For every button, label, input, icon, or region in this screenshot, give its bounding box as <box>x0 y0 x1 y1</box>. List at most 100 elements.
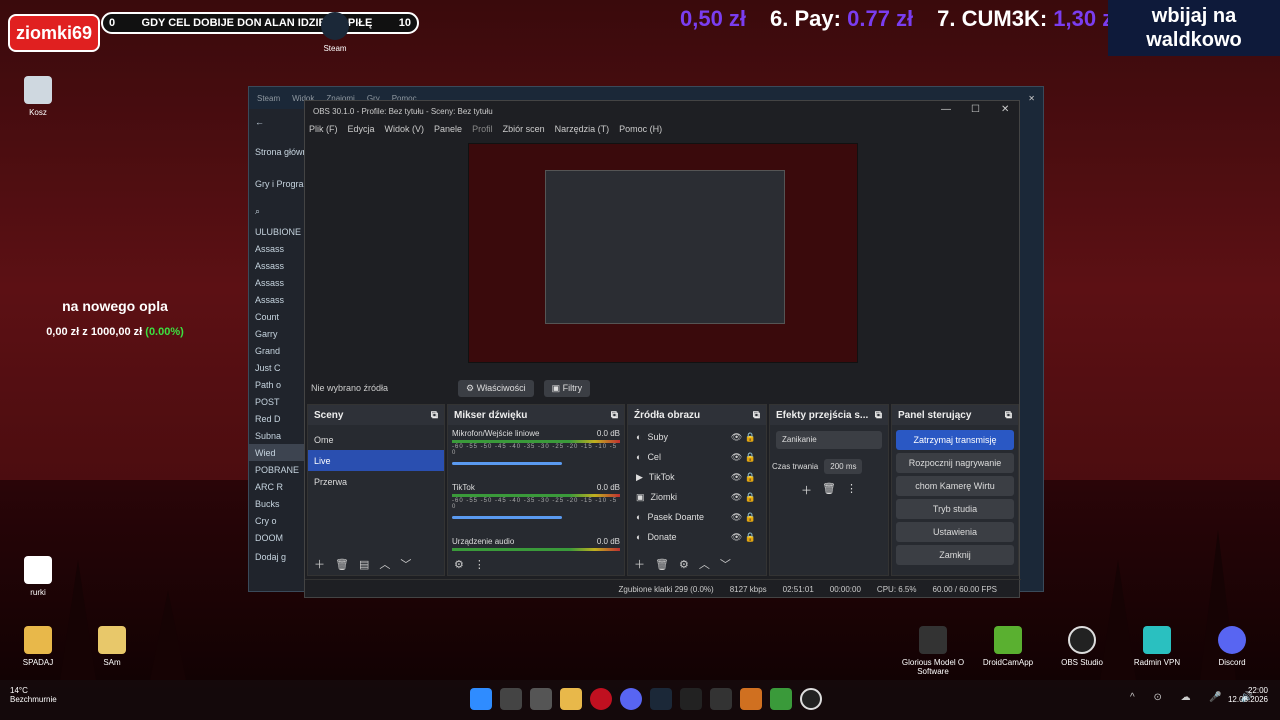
transition-select[interactable]: Zanikanie <box>776 431 882 449</box>
start-icon[interactable] <box>470 688 492 710</box>
exit-button[interactable]: Zamknij <box>896 545 1014 565</box>
source-item[interactable]: ▶ TikTok 👁 🔒 <box>628 467 766 487</box>
stop-stream-button[interactable]: Zatrzymaj transmisję <box>896 430 1014 450</box>
maximize-icon[interactable]: ☐ <box>971 104 980 115</box>
undock-icon[interactable]: ⧉ <box>875 410 882 421</box>
properties-button[interactable]: ⚙ Właściwości <box>458 379 534 397</box>
steam-game-item[interactable]: DOOM <box>249 529 305 546</box>
down-icon[interactable]: ﹀ <box>400 556 411 572</box>
steam-game-item[interactable]: ARC R <box>249 478 305 495</box>
clock[interactable]: 22:00 12.08.2026 <box>1228 686 1268 704</box>
undock-icon[interactable]: ⧉ <box>611 410 618 421</box>
discord-icon[interactable] <box>620 688 642 710</box>
start-recording-button[interactable]: Rozpocznij nagrywanie <box>896 453 1014 473</box>
explorer-icon[interactable] <box>560 688 582 710</box>
source-item[interactable]: ◐ Donate 👁 🔒 <box>628 527 766 547</box>
eye-lock-icon[interactable]: 👁 🔒 <box>731 492 756 503</box>
steam-icon[interactable] <box>650 688 672 710</box>
desktop-icon-obs[interactable]: OBS Studio <box>1047 626 1117 667</box>
eye-lock-icon[interactable]: 👁 🔒 <box>731 532 756 543</box>
desktop-icon-droidcam[interactable]: DroidCamApp <box>973 626 1043 667</box>
steam-add-game[interactable]: Dodaj g <box>249 546 305 568</box>
desktop-icon-spadaj[interactable]: SPADAJ <box>3 626 73 667</box>
duration-input[interactable]: 200 ms <box>824 459 863 474</box>
scene-item[interactable]: Ome <box>308 429 444 450</box>
steam-game-item[interactable]: Count <box>249 308 305 325</box>
menu-docks[interactable]: Panele <box>434 124 462 134</box>
steam-game-item[interactable]: Grand <box>249 342 305 359</box>
steam-game-item-selected[interactable]: Wied <box>249 444 305 461</box>
steam-game-item[interactable]: Garry <box>249 325 305 342</box>
photos-icon[interactable] <box>710 688 732 710</box>
volume-slider[interactable] <box>452 516 562 519</box>
epic-icon[interactable] <box>680 688 702 710</box>
source-item[interactable]: ▣ Ziomki 👁 🔒 <box>628 487 766 507</box>
steam-game-item[interactable]: Subna <box>249 427 305 444</box>
steam-game-item[interactable]: Assass <box>249 291 305 308</box>
source-item[interactable]: ◐ Cel 👁 🔒 <box>628 447 766 467</box>
obs-icon[interactable] <box>800 688 822 710</box>
more-icon[interactable]: ⋮ <box>846 482 857 498</box>
more-icon[interactable]: ⋮ <box>474 558 485 571</box>
steam-game-item[interactable]: Path o <box>249 376 305 393</box>
menu-scene-collection[interactable]: Zbiór scen <box>503 124 545 134</box>
menu-tools[interactable]: Narzędzia (T) <box>555 124 610 134</box>
steam-close-icon[interactable]: ✕ <box>1028 94 1035 103</box>
eye-lock-icon[interactable]: 👁 🔒 <box>731 512 756 523</box>
obs-window[interactable]: OBS 30.1.0 - Profile: Bez tytułu - Sceny… <box>304 100 1021 598</box>
eye-lock-icon[interactable]: 👁 🔒 <box>731 432 756 443</box>
steam-filter[interactable]: Gry i Programy <box>249 169 305 199</box>
down-icon[interactable]: ﹀ <box>720 556 731 572</box>
undock-icon[interactable]: ⧉ <box>1005 410 1012 421</box>
menu-profile[interactable]: Profil <box>472 124 493 134</box>
desktop-icon-sam[interactable]: SAm <box>77 626 147 667</box>
minimize-icon[interactable]: — <box>941 104 951 115</box>
virtual-camera-button[interactable]: chom Kamerę Wirtu <box>896 476 1014 496</box>
gear-icon[interactable]: ⚙ <box>454 558 464 571</box>
up-icon[interactable]: ︿ <box>379 556 390 572</box>
source-item[interactable]: ◐ Suby 👁 🔒 <box>628 427 766 447</box>
undock-icon[interactable]: ⧉ <box>753 410 760 421</box>
add-icon[interactable]: ＋ <box>634 556 645 572</box>
filter-icon[interactable]: ▤ <box>359 558 369 571</box>
obs-preview[interactable] <box>468 143 858 363</box>
filters-button[interactable]: ▣ Filtry <box>543 379 591 397</box>
menu-edit[interactable]: Edycja <box>348 124 375 134</box>
eye-lock-icon[interactable]: 👁 🔒 <box>731 452 756 463</box>
steam-game-item[interactable]: Assass <box>249 274 305 291</box>
source-item[interactable]: ◐ Pasek Doante 👁 🔒 <box>628 507 766 527</box>
trash-icon[interactable]: 🗑 <box>822 482 836 498</box>
trash-icon[interactable]: 🗑 <box>655 558 669 571</box>
steam-back-icon[interactable]: ← <box>249 109 305 135</box>
opera-icon[interactable] <box>590 688 612 710</box>
steam-game-item[interactable]: Red D <box>249 410 305 427</box>
desktop-icon-glorious[interactable]: Glorious Model O Software <box>898 626 968 676</box>
steam-game-item[interactable]: Assass <box>249 240 305 257</box>
settings-button[interactable]: Ustawienia <box>896 522 1014 542</box>
steam-game-item[interactable]: Bucks <box>249 495 305 512</box>
steam-game-item[interactable]: Cry o <box>249 512 305 529</box>
scene-item[interactable]: Przerwa <box>308 471 444 492</box>
desktop-icon-discord[interactable]: Discord <box>1197 626 1267 667</box>
steam-home[interactable]: Strona główna <box>249 135 305 169</box>
search-icon[interactable] <box>500 688 522 710</box>
volume-slider[interactable] <box>452 462 562 465</box>
steam-game-item[interactable]: POST <box>249 393 305 410</box>
task-view-icon[interactable] <box>530 688 552 710</box>
up-icon[interactable]: ︿ <box>699 556 710 572</box>
eye-lock-icon[interactable]: 👁 🔒 <box>731 472 756 483</box>
desktop-icon-kosz[interactable]: Kosz <box>3 76 73 117</box>
gear-icon[interactable]: ⚙ <box>679 558 689 571</box>
studio-mode-button[interactable]: Tryb studia <box>896 499 1014 519</box>
steam-search-icon[interactable]: ⌕ <box>249 199 305 223</box>
weather-widget[interactable]: 14°C Bezchmurnie <box>10 686 57 704</box>
steam-game-item[interactable]: Assass <box>249 257 305 274</box>
steam-game-item[interactable]: Just C <box>249 359 305 376</box>
add-icon[interactable]: ＋ <box>801 482 812 498</box>
trash-icon[interactable]: 🗑 <box>335 558 349 571</box>
app-icon[interactable] <box>740 688 762 710</box>
undock-icon[interactable]: ⧉ <box>431 410 438 421</box>
minecraft-icon[interactable] <box>770 688 792 710</box>
add-icon[interactable]: ＋ <box>314 556 325 572</box>
scene-item-selected[interactable]: Live <box>308 450 444 471</box>
